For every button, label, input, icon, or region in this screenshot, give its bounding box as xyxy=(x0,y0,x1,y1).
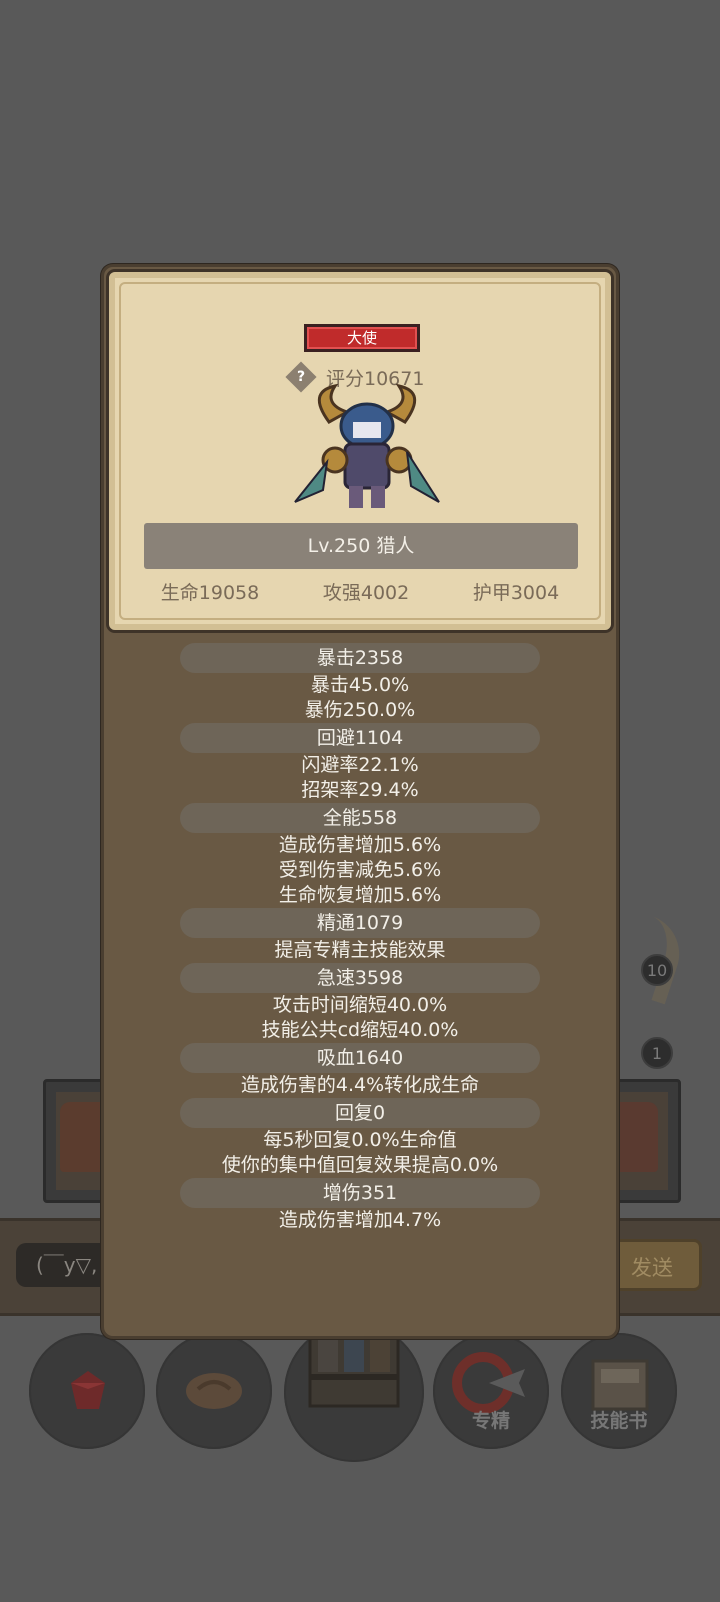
stat-header: 暴击2358 xyxy=(180,643,540,673)
stat-group-damage: 增伤351 造成伤害增加4.7% xyxy=(104,1178,616,1233)
stat-line: 每5秒回复0.0%生命值 xyxy=(263,1129,457,1151)
stat-group-haste: 急速3598 攻击时间缩短40.0% 技能公共cd缩短40.0% xyxy=(104,963,616,1043)
stat-header: 急速3598 xyxy=(180,963,540,993)
stat-line: 受到伤害减免5.6% xyxy=(278,859,442,881)
stat-line: 招架率29.4% xyxy=(301,779,419,801)
title-badge: 大使 xyxy=(304,324,420,352)
stat-header: 回复0 xyxy=(180,1098,540,1128)
count-badge: 1 xyxy=(641,1037,673,1069)
hero-card: 大使 ? 评分10671 Lv.250 猎人 生命19058 攻强4002 护甲… xyxy=(106,269,614,633)
nav-gem-button[interactable] xyxy=(29,1333,145,1449)
stat-line: 暴伤250.0% xyxy=(304,699,416,721)
stat-line: 技能公共cd缩短40.0% xyxy=(261,1019,459,1041)
stat-group-dodge: 回避1104 闪避率22.1% 招架率29.4% xyxy=(104,723,616,803)
gem-icon xyxy=(71,1371,105,1409)
hp-stat: 生命19058 xyxy=(160,582,260,604)
bread-icon xyxy=(186,1373,242,1409)
nav-specialize-button[interactable]: 专精 xyxy=(433,1333,549,1449)
stat-header: 增伤351 xyxy=(180,1178,540,1208)
stat-line: 生命恢复增加5.6% xyxy=(278,884,442,906)
stat-line: 闪避率22.1% xyxy=(301,754,419,776)
nav-bread-button[interactable] xyxy=(156,1333,272,1449)
hero-portrait xyxy=(294,383,440,508)
nav-chest-button[interactable]: ! xyxy=(284,1314,424,1462)
stat-header: 精通1079 xyxy=(180,908,540,938)
character-detail-popup: 大使 ? 评分10671 Lv.250 猎人 生命19058 攻强4002 护甲… xyxy=(101,264,619,1339)
nav-skillbook-button[interactable]: 技能书 xyxy=(561,1333,677,1449)
stat-group-regen: 回复0 每5秒回复0.0%生命值 使你的集中值回复效果提高0.0% xyxy=(104,1098,616,1178)
stat-group-crit: 暴击2358 暴击45.0% 暴伤250.0% xyxy=(104,643,616,723)
stat-group-versatility: 全能558 造成伤害增加5.6% 受到伤害减免5.6% 生命恢复增加5.6% xyxy=(104,803,616,908)
level-name-bar: Lv.250 猎人 xyxy=(144,523,578,569)
stat-header: 吸血1640 xyxy=(180,1043,540,1073)
base-stats: 生命19058 攻强4002 护甲3004 xyxy=(129,578,591,605)
stat-header: 全能558 xyxy=(180,803,540,833)
stat-line: 攻击时间缩短40.0% xyxy=(272,994,448,1016)
attack-stat: 攻强4002 xyxy=(322,582,410,604)
stat-group-lifesteal: 吸血1640 造成伤害的4.4%转化成生命 xyxy=(104,1043,616,1098)
stat-group-mastery: 精通1079 提高专精主技能效果 xyxy=(104,908,616,963)
stat-line: 暴击45.0% xyxy=(310,674,410,696)
stat-line: 造成伤害增加5.6% xyxy=(278,834,442,856)
stat-list: 暴击2358 暴击45.0% 暴伤250.0% 回避1104 闪避率22.1% … xyxy=(104,643,616,1233)
armor-stat: 护甲3004 xyxy=(472,582,560,604)
count-badge: 10 xyxy=(641,954,673,986)
stat-line: 造成伤害的4.4%转化成生命 xyxy=(240,1074,480,1096)
stat-line: 使你的集中值回复效果提高0.0% xyxy=(221,1154,499,1176)
stat-line: 提高专精主技能效果 xyxy=(274,939,446,961)
stat-line: 造成伤害增加4.7% xyxy=(278,1209,442,1231)
stat-header: 回避1104 xyxy=(180,723,540,753)
